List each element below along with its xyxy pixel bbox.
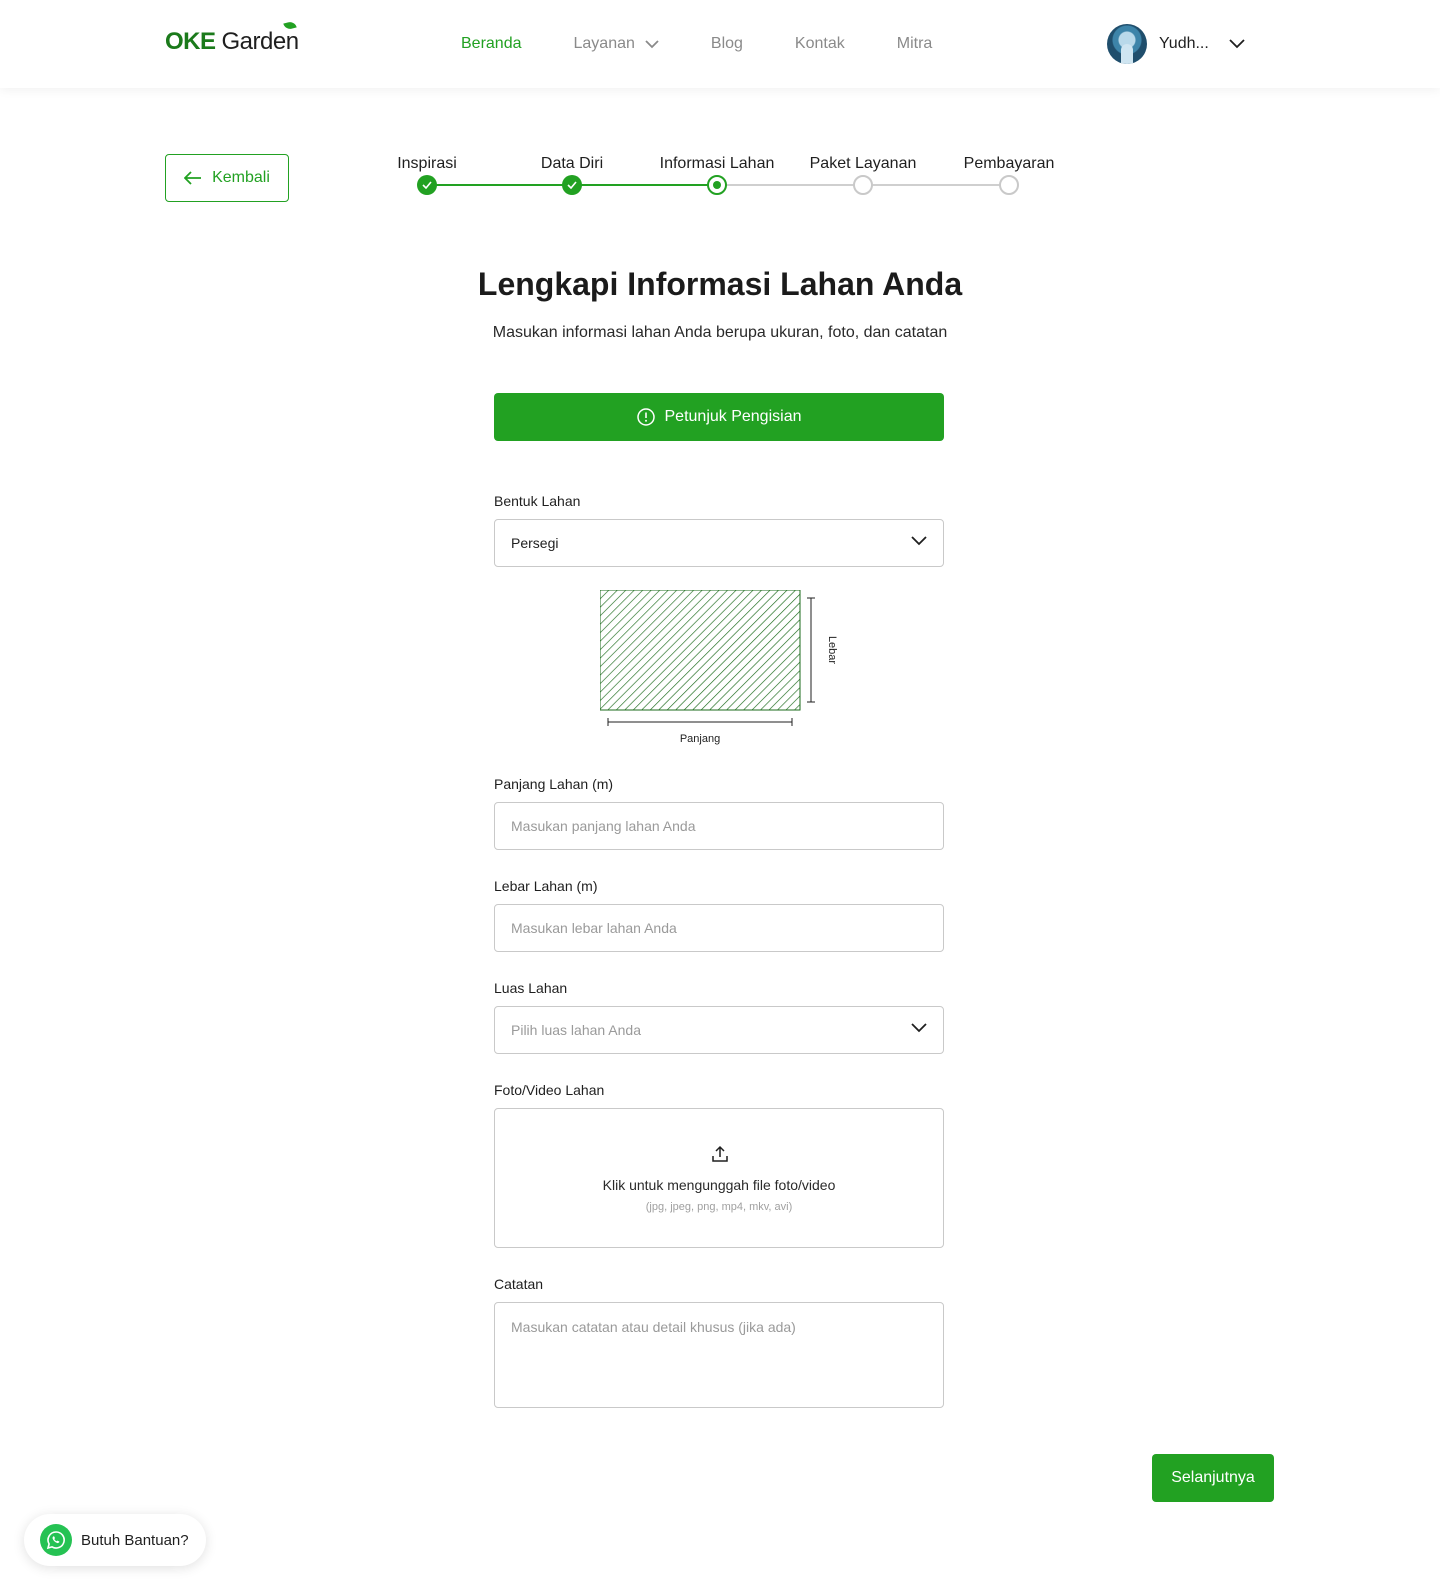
- area-select-placeholder: Pilih luas lahan Anda: [511, 1022, 641, 1038]
- chevron-down-icon: [911, 536, 927, 546]
- area-select[interactable]: Pilih luas lahan Anda: [494, 1006, 944, 1054]
- step-label-pembayaran: Pembayaran: [963, 155, 1055, 172]
- width-label: Lebar Lahan (m): [494, 878, 598, 894]
- media-label: Foto/Video Lahan: [494, 1082, 605, 1098]
- diagram-length-label: Panjang: [680, 733, 720, 745]
- page-subtitle: Masukan informasi lahan Anda berupa ukur…: [492, 324, 948, 341]
- width-dimension-line: [807, 597, 815, 703]
- check-icon: [567, 181, 577, 189]
- step-label-inspirasi: Inspirasi: [397, 155, 457, 172]
- shape-label: Bentuk Lahan: [494, 493, 581, 509]
- whatsapp-icon: [40, 1524, 72, 1556]
- length-dimension-line: [607, 718, 793, 726]
- filling-guide-button[interactable]: Petunjuk Pengisian: [494, 393, 944, 441]
- next-button[interactable]: Selanjutnya: [1152, 1454, 1274, 1502]
- step-label-informasi-lahan: Informasi Lahan: [659, 155, 775, 172]
- help-label: Butuh Bantuan?: [81, 1531, 189, 1549]
- step-label-data-diri: Data Diri: [540, 155, 604, 172]
- step-dot-pembayaran: [999, 175, 1019, 195]
- step-dot-inspirasi: [417, 175, 437, 195]
- area-label: Luas Lahan: [494, 980, 568, 996]
- land-shape-diagram: Lebar Panjang: [600, 590, 838, 745]
- length-input[interactable]: Masukan panjang lahan Anda: [494, 802, 944, 850]
- upload-instruction: Klik untuk mengunggah file foto/video: [602, 1177, 836, 1193]
- upload-icon: [712, 1145, 728, 1162]
- progress-stepper: Inspirasi Data Diri Informasi Lahan Pake…: [0, 0, 1440, 210]
- filling-guide-label: Petunjuk Pengisian: [664, 408, 802, 425]
- next-button-label: Selanjutnya: [1171, 1469, 1255, 1486]
- check-icon: [422, 181, 432, 189]
- width-input-placeholder: Masukan lebar lahan Anda: [511, 920, 677, 936]
- step-dot-data-diri: [562, 175, 582, 195]
- width-input[interactable]: Masukan lebar lahan Anda: [494, 904, 944, 952]
- page-title: Lengkapi Informasi Lahan Anda: [477, 266, 963, 302]
- length-label: Panjang Lahan (m): [494, 776, 614, 792]
- chevron-down-icon: [911, 1023, 927, 1033]
- shape-select[interactable]: Persegi: [494, 519, 944, 567]
- length-input-placeholder: Masukan panjang lahan Anda: [511, 818, 696, 834]
- shape-select-value: Persegi: [511, 535, 559, 551]
- step-dot-paket-layanan: [853, 175, 873, 195]
- step-dot-informasi-lahan: [707, 175, 727, 195]
- notes-label: Catatan: [494, 1276, 544, 1292]
- info-circle-icon: [636, 408, 655, 426]
- upload-file-types: (jpg, jpeg, png, mp4, mkv, avi): [645, 1201, 793, 1213]
- notes-textarea[interactable]: Masukan catatan atau detail khusus (jika…: [494, 1302, 944, 1408]
- help-chat-button[interactable]: Butuh Bantuan?: [24, 1514, 206, 1566]
- diagram-width-label: Lebar: [826, 636, 838, 664]
- land-shape-rectangle: [600, 590, 801, 711]
- notes-placeholder: Masukan catatan atau detail khusus (jika…: [511, 1319, 796, 1335]
- media-upload-dropzone[interactable]: Klik untuk mengunggah file foto/video (j…: [494, 1108, 944, 1248]
- step-label-paket-layanan: Paket Layanan: [809, 155, 917, 172]
